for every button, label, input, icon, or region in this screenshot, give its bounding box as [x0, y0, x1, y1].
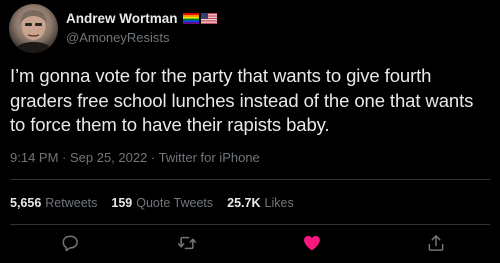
retweet-button[interactable] [176, 232, 198, 254]
retweet-icon [177, 236, 197, 250]
author-flags [182, 13, 217, 24]
reply-button[interactable] [59, 232, 81, 254]
like-button[interactable] [301, 232, 323, 254]
tweet-text: I’m gonna vote for the party that wants … [10, 65, 474, 135]
like-heart-icon [304, 235, 320, 251]
quote-tweets-stat[interactable]: 159 Quote Tweets [111, 196, 213, 210]
retweets-stat[interactable]: 5,656 Retweets [10, 196, 97, 210]
author-name-row: Andrew Wortman [66, 11, 217, 26]
tweet-card: Andrew Wortman @AmoneyResists I’m gonna … [0, 0, 500, 263]
rainbow-pride-flag-icon [182, 13, 199, 24]
likes-label: Likes [264, 196, 294, 210]
author-handle[interactable]: @AmoneyResists [66, 30, 170, 45]
author-display-name[interactable]: Andrew Wortman [66, 11, 178, 26]
share-button[interactable] [425, 232, 447, 254]
retweets-label: Retweets [45, 196, 98, 210]
divider [10, 224, 490, 225]
likes-count: 25.7K [227, 196, 261, 210]
quote-tweets-count: 159 [111, 196, 133, 210]
share-icon [428, 235, 444, 251]
reply-icon [62, 235, 78, 252]
tweet-timestamp[interactable]: 9:14 PM · Sep 25, 2022 · Twitter for iPh… [10, 150, 260, 165]
likes-stat[interactable]: 25.7K Likes [227, 196, 294, 210]
author-avatar[interactable] [9, 4, 58, 53]
quote-tweets-label: Quote Tweets [136, 196, 214, 210]
us-flag-icon [200, 13, 217, 24]
avatar-photo [13, 10, 54, 53]
retweets-count: 5,656 [10, 196, 42, 210]
tweet-stats: 5,656 Retweets 159 Quote Tweets 25.7K Li… [10, 196, 294, 210]
divider [10, 179, 490, 180]
